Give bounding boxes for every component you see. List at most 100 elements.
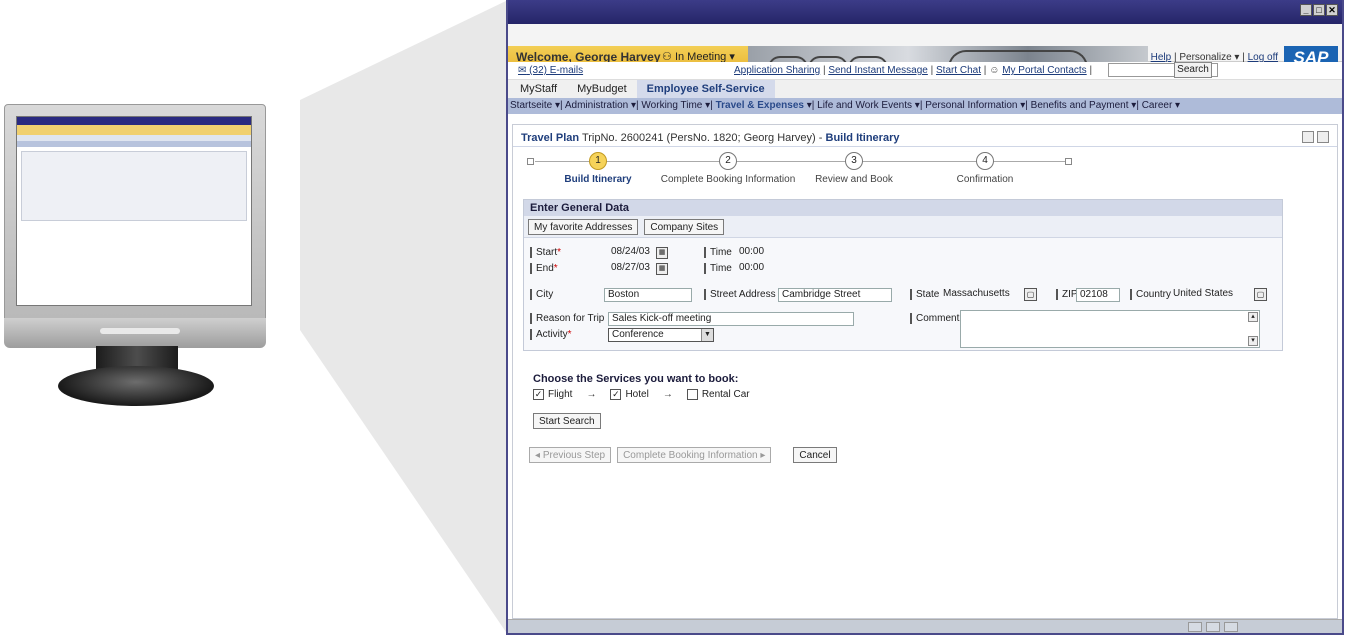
state-label: State xyxy=(910,289,939,300)
reason-label: Reason for Trip xyxy=(530,313,604,324)
options-icon[interactable] xyxy=(1302,131,1314,143)
collapse-icon[interactable] xyxy=(1317,131,1329,143)
monitor-base xyxy=(58,366,214,406)
calendar-icon[interactable]: ▦ xyxy=(656,263,668,275)
app-window: _ □ ✕ Welcome, George Harvey ⚇ In Meetin… xyxy=(506,0,1344,635)
minimize-button[interactable]: _ xyxy=(1300,4,1312,16)
start-search-button[interactable]: Start Search xyxy=(533,413,601,429)
hotel-label: Hotel xyxy=(625,389,649,400)
start-date-field[interactable]: 08/24/03 xyxy=(608,246,654,260)
step-1-label: Build Itinerary xyxy=(564,174,632,185)
comment-field[interactable]: ▴ ▾ xyxy=(960,310,1260,348)
favorite-addresses-button[interactable]: My favorite Addresses xyxy=(528,219,639,235)
activity-label: Activity* xyxy=(530,329,572,340)
next-step-button[interactable]: Complete Booking Information ▸ xyxy=(617,447,772,463)
value-help-icon[interactable]: ▢ xyxy=(1254,288,1267,301)
monitor-screen xyxy=(16,116,252,306)
search-row: Start Search xyxy=(533,413,601,429)
general-data-group: Enter General Data My favorite Addresses… xyxy=(523,199,1283,351)
tab-mybudget[interactable]: MyBudget xyxy=(567,80,637,98)
collab-links: Application Sharing | Send Instant Messa… xyxy=(734,65,1093,76)
company-sites-button[interactable]: Company Sites xyxy=(644,219,725,235)
nav-personal-information[interactable]: Personal Information xyxy=(925,100,1017,111)
state-field[interactable]: Massachusetts xyxy=(940,288,1018,302)
crumb-info: TripNo. 2600241 (PersNo. 1820; Georg Har… xyxy=(581,132,816,144)
street-field[interactable]: Cambridge Street xyxy=(778,288,892,302)
street-label: Street Address xyxy=(704,289,776,300)
reason-field[interactable]: Sales Kick-off meeting xyxy=(608,312,854,326)
rental-label: Rental Car xyxy=(701,389,750,400)
nav-working-time[interactable]: Working Time xyxy=(641,100,702,111)
previous-step-button[interactable]: ◂ Previous Step xyxy=(529,447,612,463)
end-date-field[interactable]: 08/27/03 xyxy=(608,262,654,276)
nav-startseite[interactable]: Startseite xyxy=(510,100,552,111)
flight-checkbox[interactable]: ✓ xyxy=(533,389,544,400)
roadmap: 1 Build Itinerary 2 Complete Booking Inf… xyxy=(513,147,1337,195)
arrow-left-icon: ◂ xyxy=(535,450,543,461)
status-bar xyxy=(508,619,1342,633)
crumb-title: Travel Plan xyxy=(521,132,580,144)
activity-value: Conference xyxy=(612,329,664,340)
calendar-icon[interactable]: ▦ xyxy=(656,247,668,259)
step-3-marker[interactable]: 3 xyxy=(845,152,863,170)
end-time-field[interactable]: 00:00 xyxy=(736,262,770,276)
portal-header: Welcome, George Harvey ⚇ In Meeting ▾ He… xyxy=(508,24,1342,70)
value-help-icon[interactable]: ▢ xyxy=(1024,288,1037,301)
step-2-label: Complete Booking Information xyxy=(660,174,796,185)
cancel-button[interactable]: Cancel xyxy=(793,447,837,463)
arrow-right-icon: ▸ xyxy=(757,450,766,461)
emails-link[interactable]: ✉ (32) E-mails xyxy=(518,65,583,76)
scroll-down-icon[interactable]: ▾ xyxy=(1248,336,1258,346)
step-3-label: Review and Book xyxy=(815,174,893,185)
search-button[interactable]: Search xyxy=(1174,62,1212,78)
send-im-link[interactable]: Send Instant Message xyxy=(828,65,928,76)
roadmap-start-icon xyxy=(527,158,534,165)
step-4-marker[interactable]: 4 xyxy=(976,152,994,170)
end-time-label: Time xyxy=(704,263,732,274)
monitor-logo xyxy=(100,328,180,334)
start-label: Start* xyxy=(530,247,561,258)
nav-travel-expenses[interactable]: Travel & Expenses xyxy=(716,100,804,111)
activity-select[interactable]: Conference ▼ xyxy=(608,328,714,342)
contacts-icon: ☺ xyxy=(989,65,1000,76)
start-time-field[interactable]: 00:00 xyxy=(736,246,770,260)
second-level-nav: Startseite ▾| Administration ▾| Working … xyxy=(508,98,1342,114)
start-time-label: Time xyxy=(704,247,732,258)
zip-label: ZIP xyxy=(1056,289,1078,300)
city-field[interactable]: Boston xyxy=(604,288,692,302)
rental-checkbox[interactable] xyxy=(686,389,698,400)
nav-buttons: ◂ Previous Step Complete Booking Informa… xyxy=(529,447,837,463)
flight-label: Flight xyxy=(548,389,573,400)
app-sharing-link[interactable]: Application Sharing xyxy=(734,65,820,76)
link-bar: ✉ (32) E-mails Application Sharing | Sen… xyxy=(508,62,1342,80)
comment-label: Comment xyxy=(910,313,959,324)
maximize-button[interactable]: □ xyxy=(1313,4,1325,16)
zoom-funnel xyxy=(300,0,508,635)
content-area: Travel Plan TripNo. 2600241 (PersNo. 182… xyxy=(512,124,1338,619)
monitor-illustration xyxy=(0,100,310,410)
hotel-checkbox[interactable]: ✓ xyxy=(610,389,622,400)
mail-icon: ✉ xyxy=(518,65,527,76)
services-title: Choose the Services you want to book: xyxy=(533,373,739,385)
step-4-label: Confirmation xyxy=(956,174,1014,185)
crumb-current: Build Itinerary xyxy=(825,132,900,144)
nav-career[interactable]: Career xyxy=(1142,100,1173,111)
services-row: ✓ Flight → ✓ Hotel → Rental Car xyxy=(533,389,750,400)
tab-employee-self-service[interactable]: Employee Self-Service xyxy=(636,80,775,98)
portal-contacts-link[interactable]: My Portal Contacts xyxy=(1002,65,1086,76)
nav-administration[interactable]: Administration xyxy=(565,100,628,111)
close-button[interactable]: ✕ xyxy=(1326,4,1338,16)
end-label: End* xyxy=(530,263,558,274)
emails-label: (32) E-mails xyxy=(529,65,584,76)
tab-mystaff[interactable]: MyStaff xyxy=(510,80,567,98)
step-2-marker[interactable]: 2 xyxy=(719,152,737,170)
nav-benefits-payment[interactable]: Benefits and Payment xyxy=(1031,100,1129,111)
city-label: City xyxy=(530,289,553,300)
country-label: Country xyxy=(1130,289,1171,300)
country-field[interactable]: United States xyxy=(1170,288,1252,302)
step-1-marker[interactable]: 1 xyxy=(589,152,607,170)
scroll-up-icon[interactable]: ▴ xyxy=(1248,312,1258,322)
zip-field[interactable]: 02108 xyxy=(1076,288,1120,302)
start-chat-link[interactable]: Start Chat xyxy=(936,65,981,76)
nav-life-work-events[interactable]: Life and Work Events xyxy=(817,100,912,111)
